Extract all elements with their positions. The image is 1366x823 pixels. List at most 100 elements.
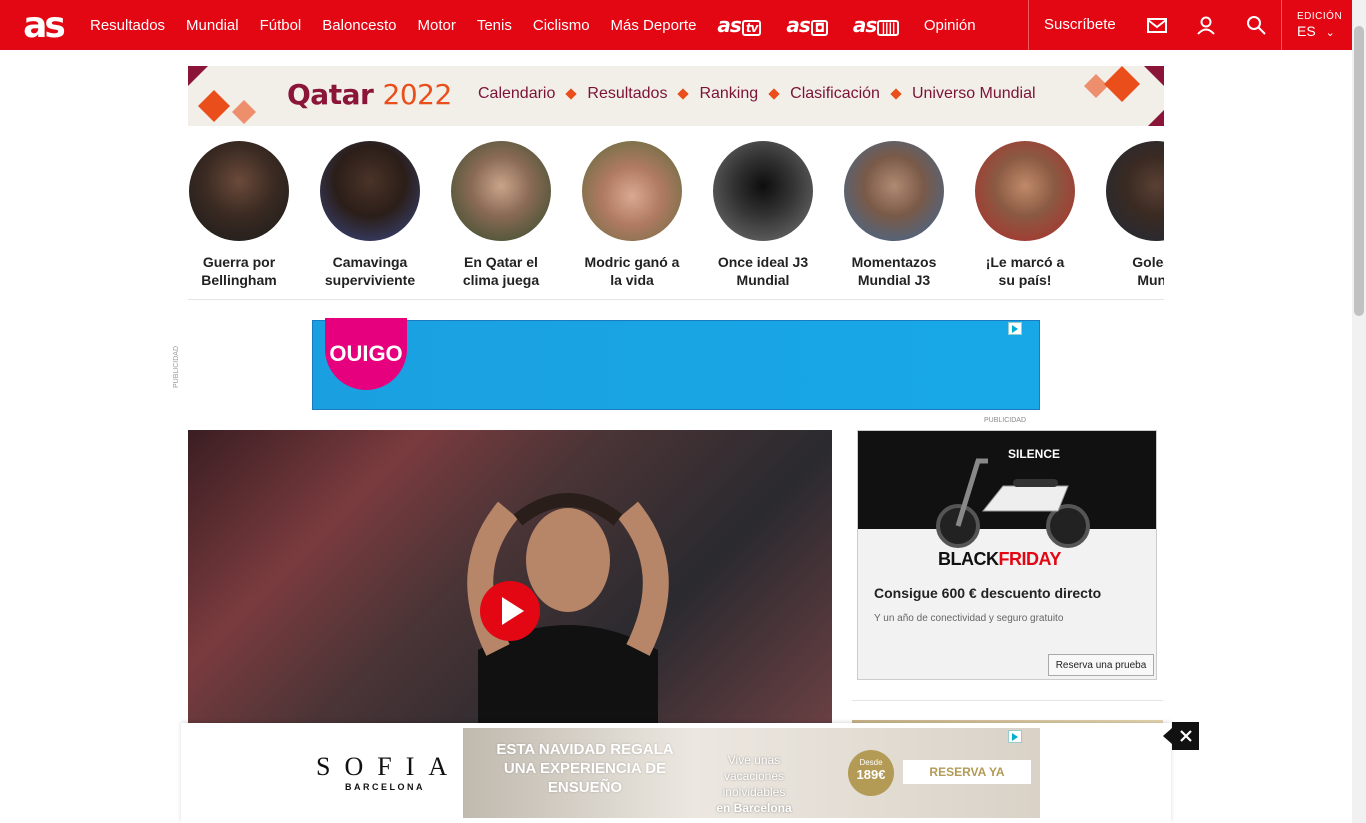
story-caption-line2: clima juega: [462, 272, 540, 288]
nav-mas-deporte[interactable]: Más Deporte: [611, 17, 697, 34]
story-item[interactable]: En Qatar el clima juega: [449, 140, 553, 289]
diamond-separator: [565, 88, 578, 100]
as-audio-link[interactable]: as ||||: [853, 13, 899, 37]
story-caption-line1: En Qatar el: [464, 254, 538, 270]
story-item[interactable]: Momentazos Mundial J3: [842, 140, 946, 289]
qatar-title-word: Qatar: [287, 78, 374, 111]
qatar-link-ranking[interactable]: Ranking: [699, 85, 758, 103]
story-item[interactable]: Camavinga superviviente: [318, 140, 422, 289]
as-logo[interactable]: as: [12, 0, 74, 50]
black-friday-text: BLACKFRIDAY: [938, 549, 1061, 570]
ad-headline: ESTA NAVIDAD REGALA UNA EXPERIENCIA DE E…: [496, 741, 674, 796]
banner-decoration-right: [1084, 66, 1164, 126]
nav-mundial[interactable]: Mundial: [186, 17, 239, 34]
sofia-logo[interactable]: SOFIA: [316, 752, 461, 782]
user-icon[interactable]: [1195, 14, 1217, 36]
reserva-prueba-button[interactable]: Reserva una prueba: [1048, 654, 1154, 676]
qatar-title-year: 2022: [382, 78, 453, 111]
reserva-ya-button[interactable]: RESERVA YA: [903, 760, 1031, 784]
hero-image: [467, 493, 669, 723]
silence-ad-title: Consigue 600 € descuento directo: [874, 585, 1102, 601]
story-caption-line1: Camavinga: [332, 254, 408, 270]
story-caption-line1: Once ideal J3: [717, 254, 809, 270]
scrollbar-thumb[interactable]: [1354, 26, 1364, 316]
nav-resultados[interactable]: Resultados: [90, 17, 165, 34]
as-tv-suffix: tv: [741, 20, 762, 36]
edition-selector[interactable]: EDICIÓN ES ⌄: [1297, 11, 1342, 39]
mail-icon[interactable]: [1146, 14, 1168, 36]
story-item[interactable]: Guerra por Bellingham: [188, 140, 291, 289]
nav-futbol[interactable]: Fútbol: [260, 17, 302, 34]
story-avatar: [582, 141, 682, 241]
hero-video[interactable]: [188, 430, 832, 723]
main-nav: Resultados Mundial Fútbol Baloncesto Mot…: [90, 0, 997, 50]
nav-baloncesto[interactable]: Baloncesto: [322, 17, 396, 34]
subscribe-link[interactable]: Suscríbete: [1044, 16, 1116, 33]
as-tv-link[interactable]: as tv: [717, 13, 762, 37]
ad-subtext-line: Vive unas vacaciones inolvidables: [722, 753, 786, 799]
diamond-separator: [890, 88, 902, 100]
nav-divider: [1281, 0, 1282, 50]
story-avatar: [713, 141, 813, 241]
chevron-down-icon: ⌄: [1325, 27, 1335, 39]
banner-decoration-left: [188, 66, 256, 124]
story-caption-line2: su país!: [998, 272, 1052, 288]
black-friday-black: BLACK: [938, 549, 999, 569]
adchoices-icon[interactable]: [1008, 730, 1022, 743]
qatar-link-clasificacion[interactable]: Clasificación: [790, 85, 880, 103]
story-avatar: [189, 141, 289, 241]
story-avatar: [1106, 141, 1164, 241]
silence-ad-image: SILENCE: [858, 431, 1156, 548]
story-avatar: [451, 141, 551, 241]
qatar-2022-banner: Qatar 2022 Calendario Resultados Ranking…: [188, 66, 1164, 126]
as-photo-label: as: [786, 13, 810, 37]
story-avatar: [320, 141, 420, 241]
qatar-link-resultados[interactable]: Resultados: [587, 85, 667, 103]
silence-ad[interactable]: SILENCE BLACKFRIDAY Consigue 600 € descu…: [857, 430, 1157, 680]
play-button[interactable]: [480, 581, 540, 641]
audio-icon: ||||: [877, 20, 899, 36]
qatar-title[interactable]: Qatar 2022: [287, 78, 452, 111]
nav-divider: [1028, 0, 1029, 50]
edition-value: ES: [1297, 23, 1316, 39]
story-item[interactable]: Golead Mund: [1104, 140, 1164, 289]
story-item[interactable]: Modric ganó a la vida: [580, 140, 684, 289]
publicidad-label: PUBLICIDAD: [984, 417, 1027, 424]
top-navbar: as Resultados Mundial Fútbol Baloncesto …: [0, 0, 1352, 50]
ouigo-ad[interactable]: OUIGO: [312, 318, 1040, 410]
nav-opinion[interactable]: Opinión: [924, 17, 976, 34]
price-badge: Desde 189€: [848, 750, 894, 796]
qatar-link-universo[interactable]: Universo Mundial: [912, 85, 1036, 103]
adchoices-icon[interactable]: [1008, 322, 1022, 335]
story-avatar: [844, 141, 944, 241]
story-item[interactable]: Once ideal J3 Mundial: [711, 140, 815, 289]
nav-tenis[interactable]: Tenis: [477, 17, 512, 34]
publicidad-label-vertical: PUBLICIDAD: [173, 345, 180, 388]
sofia-barcelona-ad[interactable]: ESTA NAVIDAD REGALA UNA EXPERIENCIA DE E…: [463, 728, 1040, 818]
close-ad-tab: [1163, 728, 1172, 744]
black-friday-friday: FRIDAY: [998, 549, 1062, 569]
story-item[interactable]: ¡Le marcó a su país!: [973, 140, 1077, 289]
qatar-links: Calendario Resultados Ranking Clasificac…: [478, 85, 1036, 103]
story-caption-line2: Bellingham: [201, 272, 277, 288]
story-avatar: [975, 141, 1075, 241]
story-caption-line2: Mundial: [736, 272, 790, 288]
stories-carousel: Guerra por Bellingham Camavinga supervivie…: [188, 140, 1164, 300]
ouigo-logo: OUIGO: [325, 318, 407, 390]
diamond-separator: [677, 88, 690, 100]
qatar-link-calendario[interactable]: Calendario: [478, 85, 555, 103]
as-photo-link[interactable]: as ◘: [786, 13, 828, 37]
close-ad-button[interactable]: [1172, 722, 1199, 750]
nav-motor[interactable]: Motor: [418, 17, 456, 34]
story-caption-line2: superviviente: [324, 272, 416, 288]
price-from: Desde: [859, 758, 883, 767]
as-tv-label: as: [717, 13, 741, 37]
story-caption-line1: Modric ganó a: [584, 254, 680, 270]
sidebar-divider: [852, 700, 1163, 701]
edition-label: EDICIÓN: [1297, 11, 1343, 22]
story-caption-line1: Golead: [1132, 254, 1164, 270]
search-icon[interactable]: [1245, 14, 1267, 36]
as-audio-label: as: [852, 13, 877, 37]
close-icon: [1179, 730, 1192, 742]
nav-ciclismo[interactable]: Ciclismo: [533, 17, 590, 34]
